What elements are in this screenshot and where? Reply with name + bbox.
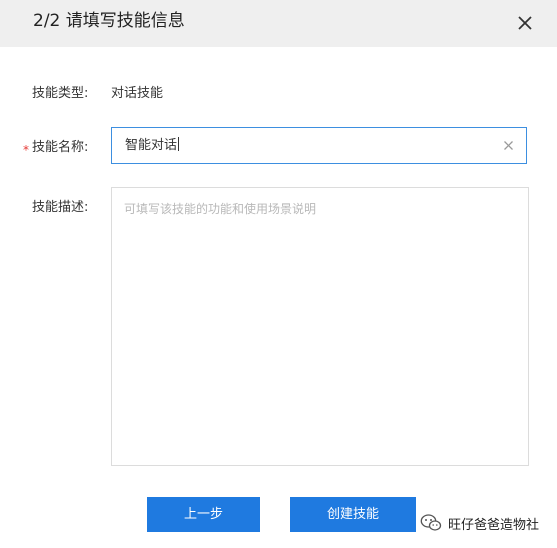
required-mark: * [23, 143, 29, 157]
close-icon [518, 16, 532, 30]
skill-name-label: 技能名称: [32, 140, 89, 155]
skill-type-value: 对话技能 [111, 86, 164, 101]
dialog-title: 2/2 请填写技能信息 [33, 11, 185, 31]
skill-name-input-value-wrap: 智能对话 [125, 137, 180, 155]
wechat-icon [420, 514, 442, 531]
close-button[interactable] [515, 13, 535, 33]
skill-description-textarea[interactable]: 可填写该技能的功能和使用场景说明 [111, 187, 529, 466]
create-skill-button[interactable]: 创建技能 [290, 497, 416, 532]
skill-name-input[interactable]: 智能对话 [111, 127, 527, 164]
skill-name-value: 智能对话 [125, 138, 178, 153]
previous-step-button[interactable]: 上一步 [147, 497, 260, 532]
skill-type-label: 技能类型: [32, 86, 89, 101]
skill-description-placeholder: 可填写该技能的功能和使用场景说明 [124, 202, 317, 216]
clear-icon[interactable] [503, 140, 514, 151]
watermark: 旺仔爸爸造物社 [420, 512, 539, 534]
skill-info-dialog: 2/2 请填写技能信息 技能类型: 对话技能 * 技能名称: 智能对话 技能描述… [0, 0, 557, 548]
dialog-header: 2/2 请填写技能信息 [0, 0, 557, 47]
watermark-text: 旺仔爸爸造物社 [448, 517, 540, 533]
text-caret [178, 137, 180, 151]
skill-description-label: 技能描述: [32, 200, 89, 215]
